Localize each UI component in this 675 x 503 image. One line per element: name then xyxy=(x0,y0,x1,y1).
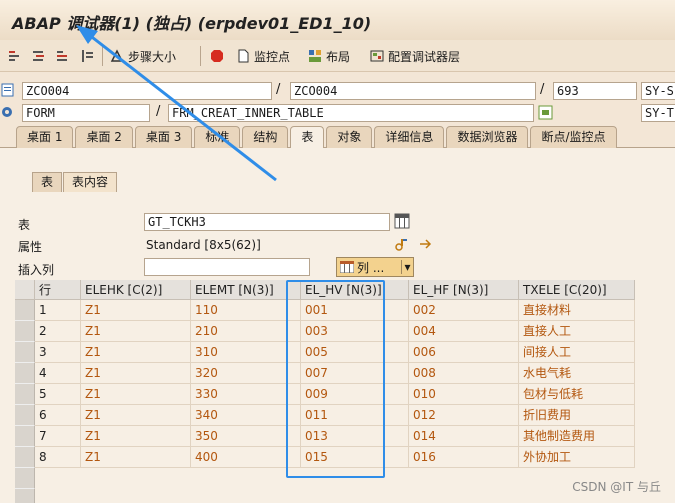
arrow-head xyxy=(76,25,98,44)
arrow-shaft xyxy=(87,32,277,182)
watermark: CSDN @IT 与丘 xyxy=(572,480,661,494)
annotation-arrow xyxy=(76,25,277,182)
abap-debugger-window: ABAP 调试器(1) (独占) (erpdev01_ED1_10) 步骤大小 … xyxy=(0,0,675,503)
